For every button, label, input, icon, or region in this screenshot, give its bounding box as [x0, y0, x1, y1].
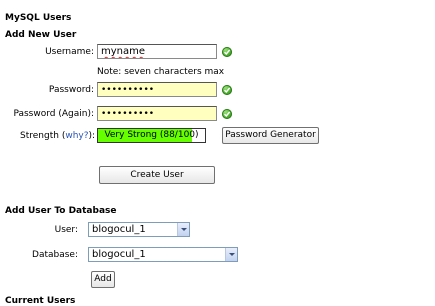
username-label: Username:: [45, 47, 94, 57]
password-label: Password:: [48, 85, 94, 95]
strength-text: Very Strong (88/100): [104, 130, 199, 140]
password-valid-check-icon: [222, 85, 232, 95]
user-select[interactable]: blogocul_1: [88, 222, 190, 237]
password-again-input[interactable]: ••••••••••: [97, 106, 217, 121]
username-input[interactable]: myname: [97, 44, 217, 59]
page-title: MySQL Users: [5, 13, 72, 23]
add-user-heading: Add New User: [5, 30, 77, 40]
database-label: Database:: [32, 250, 78, 260]
create-user-button[interactable]: Create User: [99, 166, 215, 184]
strength-meter: Very Strong (88/100): [97, 128, 206, 143]
why-link[interactable]: why?: [65, 131, 88, 141]
username-note: Note: seven characters max: [97, 67, 225, 77]
dropdown-arrow-icon[interactable]: [225, 248, 237, 261]
add-to-db-heading: Add User To Database: [5, 206, 117, 216]
password-again-value: ••••••••••: [101, 109, 155, 119]
password-again-valid-check-icon: [222, 109, 232, 119]
strength-label: Strength (why?):: [20, 131, 96, 141]
password-generator-button[interactable]: Password Generator: [222, 127, 319, 144]
database-select[interactable]: blogocul_1: [88, 247, 238, 262]
user-label: User:: [54, 225, 78, 235]
password-input[interactable]: ••••••••••: [97, 82, 217, 97]
current-users-heading: Current Users: [5, 296, 76, 306]
password-again-label: Password (Again):: [13, 109, 94, 119]
username-value: myname: [101, 46, 146, 57]
user-select-value: blogocul_1: [92, 224, 146, 235]
dropdown-arrow-icon[interactable]: [177, 223, 189, 236]
username-valid-check-icon: [222, 47, 232, 57]
add-button[interactable]: Add: [91, 271, 115, 288]
password-value: ••••••••••: [101, 85, 155, 95]
database-select-value: blogocul_1: [92, 249, 146, 260]
